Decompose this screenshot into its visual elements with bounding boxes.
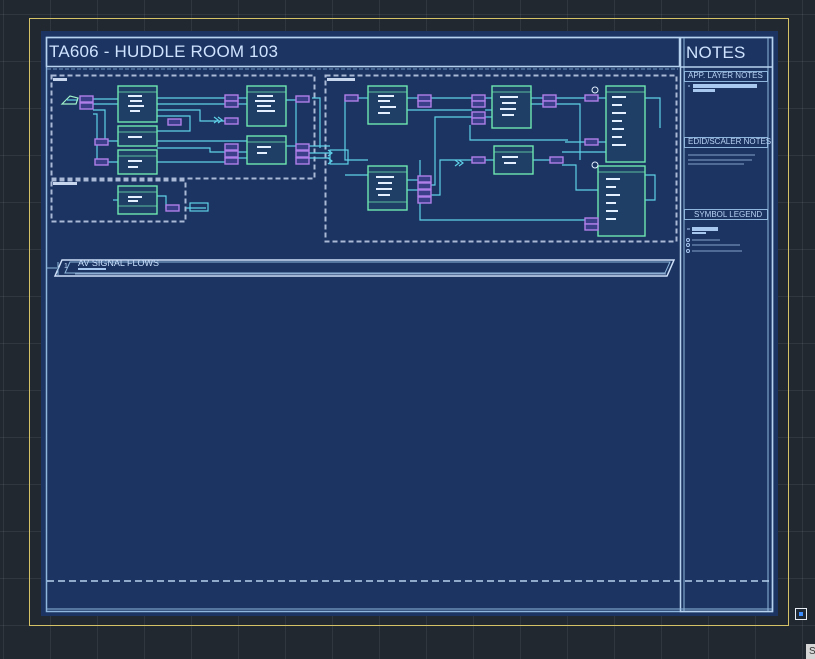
device-block[interactable] <box>597 165 646 237</box>
device-block[interactable] <box>246 135 287 165</box>
sheet-title: TA606 - HUDDLE ROOM 103 <box>49 42 279 61</box>
drawing-canvas[interactable] <box>0 0 815 659</box>
device-block[interactable] <box>117 85 158 123</box>
notes-symbol-legend-heading: SYMBOL LEGEND <box>694 210 763 219</box>
status-bar-tab[interactable]: S <box>806 644 815 659</box>
notes-title: NOTES <box>686 43 746 62</box>
signal-flows-index: 1 <box>64 263 68 270</box>
signal-flows-title: AV SIGNAL FLOWS <box>78 258 160 268</box>
notes-edid-heading: EDID/SCALER NOTES <box>688 137 772 146</box>
ucs-icon[interactable] <box>795 608 807 620</box>
notes-app-layer-heading: APP. LAYER NOTES <box>688 71 763 80</box>
device-block[interactable] <box>493 145 534 175</box>
